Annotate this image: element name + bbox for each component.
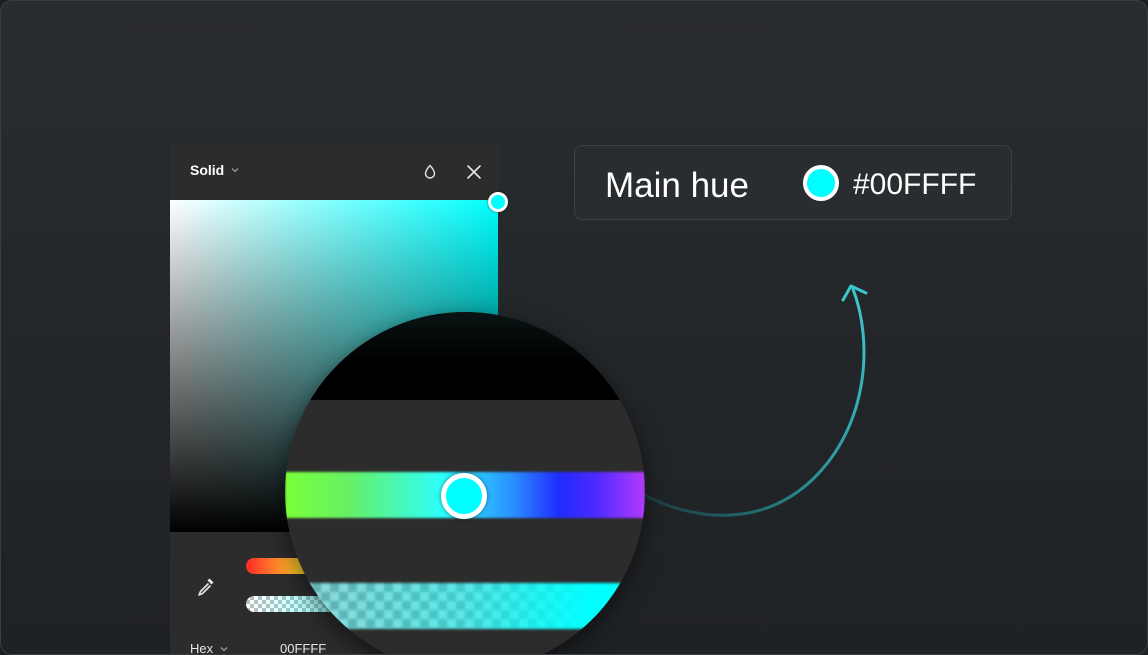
- color-format-dropdown[interactable]: Hex: [190, 641, 229, 655]
- eyedropper-button[interactable]: [194, 574, 218, 598]
- main-hue-card: Main hue #00FFFF: [574, 145, 1012, 220]
- saturation-handle[interactable]: [488, 192, 508, 212]
- close-button[interactable]: [464, 162, 484, 182]
- eyedropper-icon: [198, 578, 214, 596]
- main-hue-hex: #00FFFF: [853, 168, 977, 201]
- drop-icon: [424, 164, 436, 179]
- fill-mode-dropdown[interactable]: Solid: [190, 162, 240, 178]
- arrow-head: [841, 284, 868, 302]
- color-format-label: Hex: [190, 641, 214, 655]
- chevron-down-icon: [231, 168, 239, 173]
- hex-input[interactable]: 00FFFF: [280, 641, 326, 654]
- close-icon: [467, 165, 481, 179]
- opacity-drop-button[interactable]: [420, 162, 440, 182]
- zoom-lens: [285, 312, 645, 654]
- zoomed-saturation-area: [285, 312, 645, 400]
- zoomed-opacity-slider: [285, 583, 645, 629]
- main-hue-title: Main hue: [605, 166, 749, 205]
- picker-header: Solid: [170, 144, 499, 200]
- fill-mode-label: Solid: [190, 162, 225, 178]
- color-swatch: [803, 165, 839, 201]
- zoomed-hue-handle: [441, 473, 487, 519]
- chevron-down-icon: [220, 646, 228, 651]
- arrow-curve: [639, 287, 866, 517]
- canvas: Solid Hex 00FFFF Main hue #00FFFF: [0, 0, 1148, 655]
